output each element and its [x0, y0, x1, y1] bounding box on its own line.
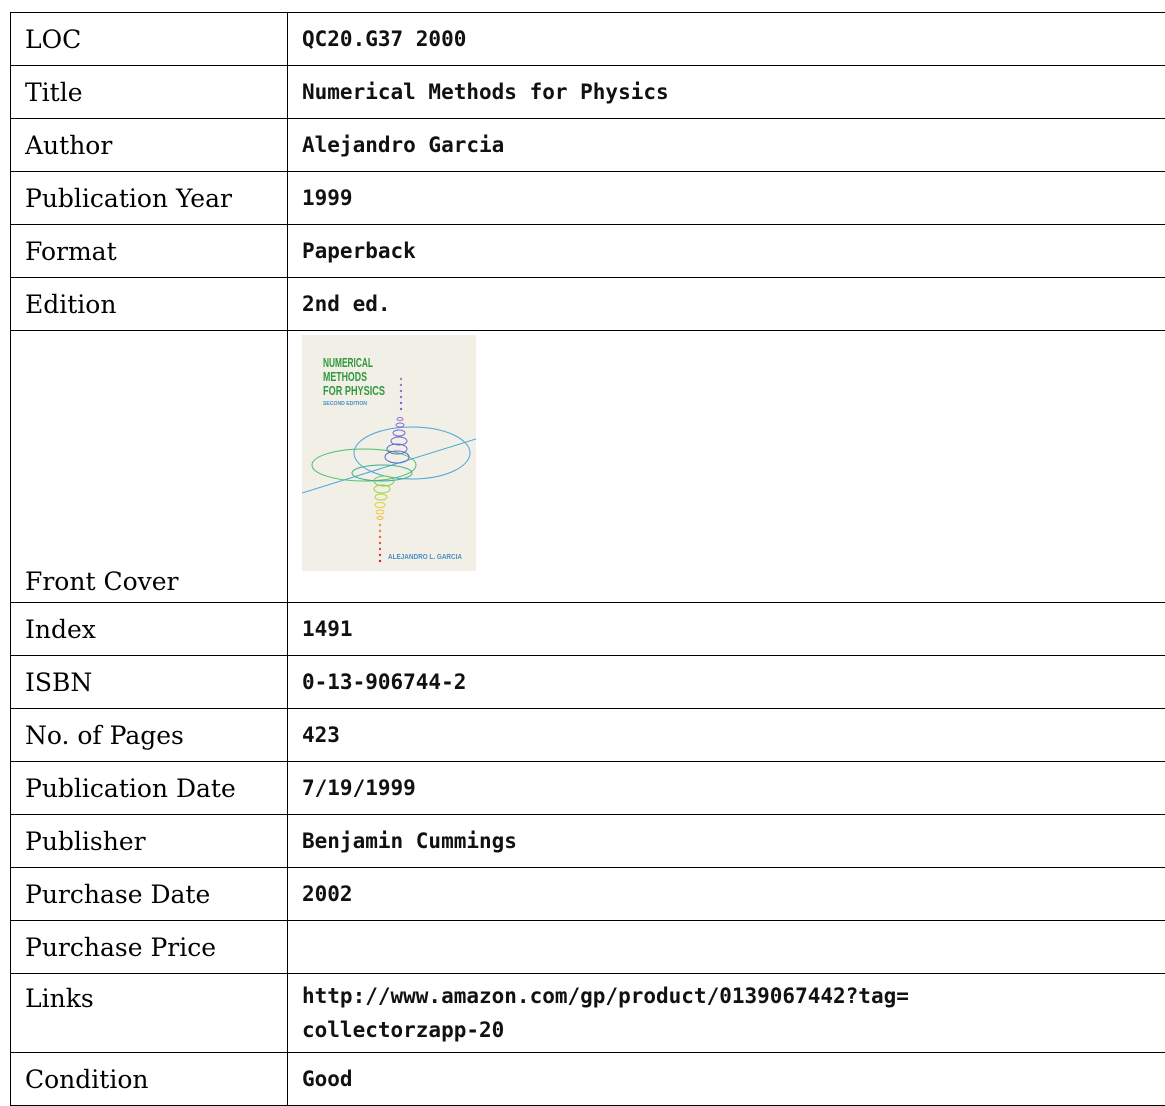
row-edition: Edition 2nd ed. [11, 278, 1165, 331]
front-cover-cell: NUMERICAL METHODS FOR PHYSICS SECOND EDI… [288, 331, 1165, 603]
book-record-table: LOC QC20.G37 2000 Title Numerical Method… [10, 12, 1165, 1106]
row-condition: Condition Good [11, 1053, 1165, 1106]
row-index: Index 1491 [11, 603, 1165, 656]
field-label: Format [11, 225, 288, 278]
field-label: Front Cover [11, 331, 288, 603]
field-label: LOC [11, 13, 288, 66]
cover-title-line-2: METHODS [323, 369, 367, 384]
field-label: Purchase Price [11, 921, 288, 974]
cover-title-line-3: FOR PHYSICS [323, 383, 385, 398]
field-label: Title [11, 66, 288, 119]
row-pages: No. of Pages 423 [11, 709, 1165, 762]
row-front-cover: Front Cover NUMERICAL METHODS FOR PHYSIC… [11, 331, 1165, 603]
field-label: Publication Year [11, 172, 288, 225]
field-value: Paperback [288, 225, 1165, 278]
field-label: No. of Pages [11, 709, 288, 762]
row-purchase-date: Purchase Date 2002 [11, 868, 1165, 921]
field-label: Edition [11, 278, 288, 331]
row-publication-year: Publication Year 1999 [11, 172, 1165, 225]
field-label: Index [11, 603, 288, 656]
field-value: 423 [288, 709, 1165, 762]
field-value: Good [288, 1053, 1165, 1106]
field-label: Purchase Date [11, 868, 288, 921]
field-label: ISBN [11, 656, 288, 709]
field-value: Benjamin Cummings [288, 815, 1165, 868]
field-value [288, 921, 1165, 974]
field-label: Publication Date [11, 762, 288, 815]
row-links: Links http://www.amazon.com/gp/product/0… [11, 974, 1165, 1053]
amazon-link[interactable]: http://www.amazon.com/gp/product/0139067… [288, 974, 1165, 1053]
field-label: Condition [11, 1053, 288, 1106]
cover-author: ALEJANDRO L. GARCIA [388, 554, 462, 561]
field-value: QC20.G37 2000 [288, 13, 1165, 66]
field-value: 1999 [288, 172, 1165, 225]
row-purchase-price: Purchase Price [11, 921, 1165, 974]
field-value: Alejandro Garcia [288, 119, 1165, 172]
row-title: Title Numerical Methods for Physics [11, 66, 1165, 119]
cover-title-line-1: NUMERICAL [323, 355, 373, 370]
link-line-2[interactable]: collectorzapp-20 [302, 1018, 504, 1042]
field-value: 2002 [288, 868, 1165, 921]
row-isbn: ISBN 0-13-906744-2 [11, 656, 1165, 709]
link-line-1[interactable]: http://www.amazon.com/gp/product/0139067… [302, 984, 909, 1008]
field-label: Links [11, 974, 288, 1053]
cover-edition: SECOND EDITION [323, 401, 367, 407]
field-value: 1491 [288, 603, 1165, 656]
field-value: Numerical Methods for Physics [288, 66, 1165, 119]
field-value: 7/19/1999 [288, 762, 1165, 815]
field-value: 0-13-906744-2 [288, 656, 1165, 709]
front-cover-image[interactable]: NUMERICAL METHODS FOR PHYSICS SECOND EDI… [302, 335, 476, 571]
row-format: Format Paperback [11, 225, 1165, 278]
field-label: Publisher [11, 815, 288, 868]
field-label: Author [11, 119, 288, 172]
row-publisher: Publisher Benjamin Cummings [11, 815, 1165, 868]
field-value: 2nd ed. [288, 278, 1165, 331]
row-publication-date: Publication Date 7/19/1999 [11, 762, 1165, 815]
row-loc: LOC QC20.G37 2000 [11, 13, 1165, 66]
row-author: Author Alejandro Garcia [11, 119, 1165, 172]
